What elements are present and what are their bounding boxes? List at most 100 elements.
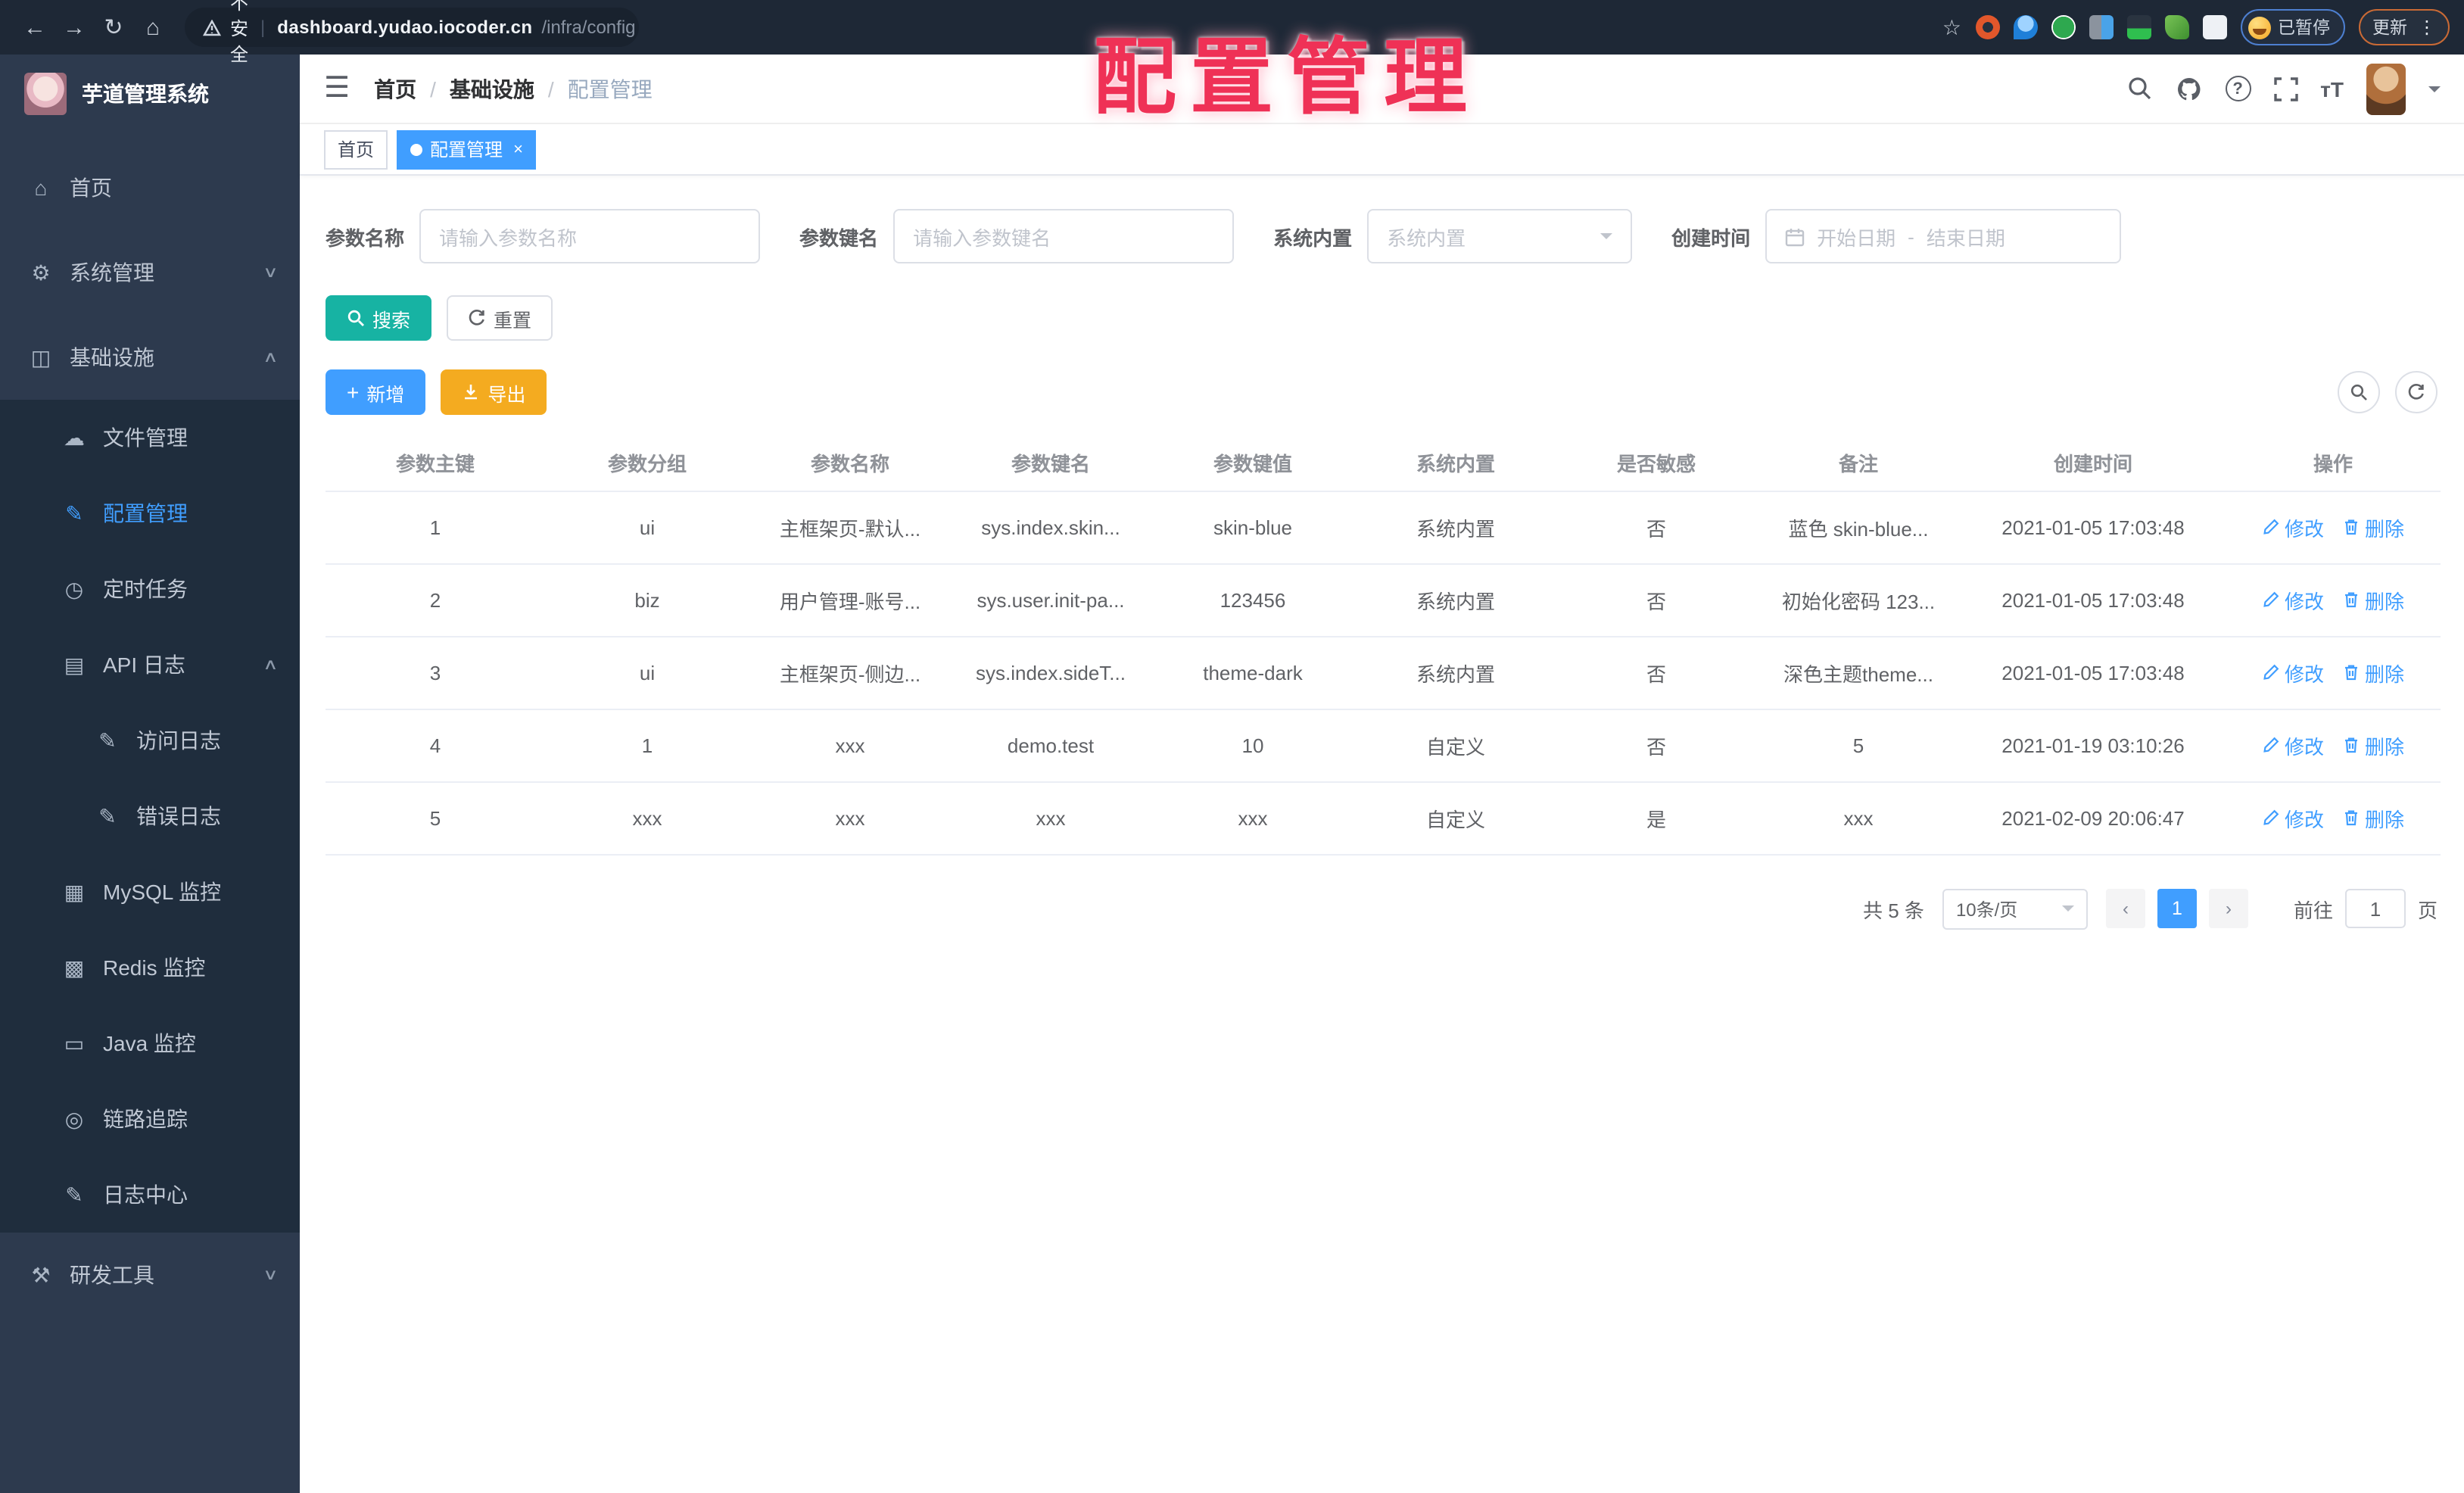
browser-menu-kebab-icon[interactable]: ⋮ <box>2418 17 2436 38</box>
column-header: 参数名称 <box>749 436 951 491</box>
sidebar-item-链路追踪[interactable]: ◎ 链路追踪 <box>0 1081 300 1157</box>
app-logo-row[interactable]: 芋道管理系统 <box>0 55 300 133</box>
sidebar-item-定时任务[interactable]: ◷ 定时任务 <box>0 551 300 627</box>
delete-link[interactable]: 删除 <box>2342 585 2404 614</box>
sidebar-item-系统管理[interactable]: ⚙ 系统管理 ∨ <box>0 230 300 315</box>
url-host: dashboard.yudao.iocoder.cn <box>277 17 533 38</box>
close-icon[interactable]: × <box>513 140 523 158</box>
edit-link[interactable]: 修改 <box>2262 658 2324 687</box>
chevron-down-icon <box>1600 233 1613 245</box>
add-button[interactable]: + 新增 <box>326 369 426 415</box>
sidebar-item-访问日志[interactable]: ✎ 访问日志 <box>0 703 300 778</box>
param-key-input[interactable]: 请输入参数键名 <box>893 209 1235 263</box>
plus-icon: + <box>347 380 360 404</box>
extension-green-circle-icon[interactable] <box>2051 15 2075 39</box>
total-count: 共 5 条 <box>1863 899 1924 921</box>
sidebar-item-label: MySQL 监控 <box>103 880 222 904</box>
prev-page-button[interactable]: ‹ <box>2105 889 2145 928</box>
sidebar-item-日志中心[interactable]: ✎ 日志中心 <box>0 1157 300 1233</box>
sidebar-item-label: 文件管理 <box>103 425 188 450</box>
user-avatar[interactable] <box>2366 63 2406 114</box>
builtin-select[interactable]: 系统内置 <box>1367 209 1633 263</box>
sidebar-item-配置管理[interactable]: ✎ 配置管理 <box>0 475 300 551</box>
table-cell: xxx <box>749 781 951 855</box>
page-unit-label: 页 <box>2417 899 2438 921</box>
delete-link[interactable]: 删除 <box>2342 731 2404 759</box>
sidebar-item-Java 监控[interactable]: ▭ Java 监控 <box>0 1005 300 1081</box>
sidebar-item-首页[interactable]: ⌂ 首页 <box>0 145 300 230</box>
refresh-button[interactable] <box>2395 371 2438 413</box>
browser-reload-button[interactable]: ↻ <box>94 14 133 41</box>
sidebar-item-label: 定时任务 <box>103 577 188 601</box>
chevron-up-icon: ∧ <box>262 349 278 366</box>
delete-link[interactable]: 删除 <box>2342 513 2404 541</box>
browser-home-button[interactable]: ⌂ <box>133 14 173 40</box>
sidebar-item-Redis 监控[interactable]: ▩ Redis 监控 <box>0 930 300 1005</box>
extension-on-badge-icon[interactable] <box>2126 15 2151 39</box>
goto-page-input[interactable]: 1 <box>2344 889 2406 928</box>
browser-forward-button[interactable]: → <box>55 14 94 40</box>
extension-leaf-icon[interactable] <box>2164 15 2188 39</box>
fullscreen-icon[interactable] <box>2273 76 2297 101</box>
browser-update-button[interactable]: 更新 ⋮ <box>2359 9 2450 45</box>
delete-link[interactable]: 删除 <box>2342 803 2404 832</box>
edit-square-icon: ✎ <box>65 500 83 525</box>
sidebar-item-文件管理[interactable]: ☁ 文件管理 <box>0 400 300 475</box>
config-page: 参数名称 请输入参数名称 参数键名 请输入参数键名 系统内置 系统内置 创建时间 <box>300 176 2464 1493</box>
error-log-icon: ✎ <box>98 803 117 828</box>
reset-button[interactable]: 重置 <box>447 295 553 341</box>
toggle-search-button[interactable] <box>2338 371 2380 413</box>
sidebar-item-研发工具[interactable]: ⚒ 研发工具 ∨ <box>0 1233 300 1317</box>
sidebar-item-错误日志[interactable]: ✎ 错误日志 <box>0 778 300 854</box>
table-cell: 10 <box>1151 709 1355 782</box>
search-icon[interactable] <box>2126 76 2152 101</box>
edit-link[interactable]: 修改 <box>2262 585 2324 614</box>
table-cell: 主框架页-侧边... <box>749 636 951 709</box>
chevron-down-icon[interactable] <box>2428 86 2441 98</box>
font-size-icon[interactable]: ᴛT <box>2320 76 2344 101</box>
sidebar-item-API 日志[interactable]: ▤ API 日志 ∧ <box>0 627 300 703</box>
extension-pin-icon[interactable] <box>2013 15 2037 39</box>
github-icon[interactable] <box>2175 75 2202 102</box>
param-name-input[interactable]: 请输入参数名称 <box>419 209 761 263</box>
extensions-puzzle-icon[interactable] <box>2202 15 2226 39</box>
help-icon[interactable]: ? <box>2225 76 2251 101</box>
table-cell: xxx <box>951 781 1151 855</box>
current-page-button[interactable]: 1 <box>2157 889 2197 928</box>
bookmark-star-icon[interactable]: ☆ <box>1942 14 1961 40</box>
breadcrumb-infra[interactable]: 基础设施 <box>450 73 534 104</box>
sidebar-item-基础设施[interactable]: ◫ 基础设施 ∧ <box>0 315 300 400</box>
tag-config-active[interactable]: 配置管理 × <box>397 129 537 169</box>
browser-toolbar: ← → ↻ ⌂ 不安全 | dashboard.yudao.iocoder.cn… <box>0 0 2464 64</box>
table-header-row: 参数主键 参数分组 参数名称 参数键名 参数键值 系统内置 是否敏感 备注 创建时间 操作 <box>326 436 2441 491</box>
next-page-button[interactable]: › <box>2208 889 2248 928</box>
delete-link[interactable]: 删除 <box>2342 658 2404 687</box>
table-cell: 2021-02-09 20:06:47 <box>1961 781 2226 855</box>
tag-home[interactable]: 首页 <box>324 129 388 169</box>
sidebar-item-MySQL 监控[interactable]: ▦ MySQL 监控 <box>0 854 300 930</box>
extension-gray-grid-icon[interactable] <box>2089 15 2113 39</box>
column-header: 参数键值 <box>1151 436 1355 491</box>
extension-orange-icon[interactable] <box>1975 15 1999 39</box>
breadcrumb-current: 配置管理 <box>567 76 653 101</box>
paused-label: 已暂停 <box>2278 20 2330 38</box>
hamburger-icon[interactable]: ☰ <box>324 71 350 106</box>
page-size-select[interactable]: 10条/页 <box>1942 888 2088 929</box>
edit-link[interactable]: 修改 <box>2262 731 2324 759</box>
breadcrumb-home[interactable]: 首页 <box>374 73 416 104</box>
infrastructure-icon: ◫ <box>30 344 51 369</box>
row-actions: 修改 删除 <box>2226 636 2441 709</box>
browser-back-button[interactable]: ← <box>15 14 55 40</box>
address-bar[interactable]: 不安全 | dashboard.yudao.iocoder.cn/infra/c… <box>185 0 639 64</box>
profile-paused-chip[interactable]: 已暂停 <box>2240 9 2345 45</box>
sidebar-item-label: 错误日志 <box>136 804 221 828</box>
edit-link[interactable]: 修改 <box>2262 803 2324 832</box>
edit-link[interactable]: 修改 <box>2262 513 2324 541</box>
search-button[interactable]: 搜索 <box>326 295 432 341</box>
java-monitor-icon: ▭ <box>64 1030 85 1055</box>
active-dot <box>410 143 423 155</box>
export-button[interactable]: 导出 <box>441 369 547 415</box>
column-header: 是否敏感 <box>1556 436 1756 491</box>
date-range-picker[interactable]: 开始日期 - 结束日期 <box>1765 209 2122 263</box>
table-cell: ui <box>545 491 749 564</box>
